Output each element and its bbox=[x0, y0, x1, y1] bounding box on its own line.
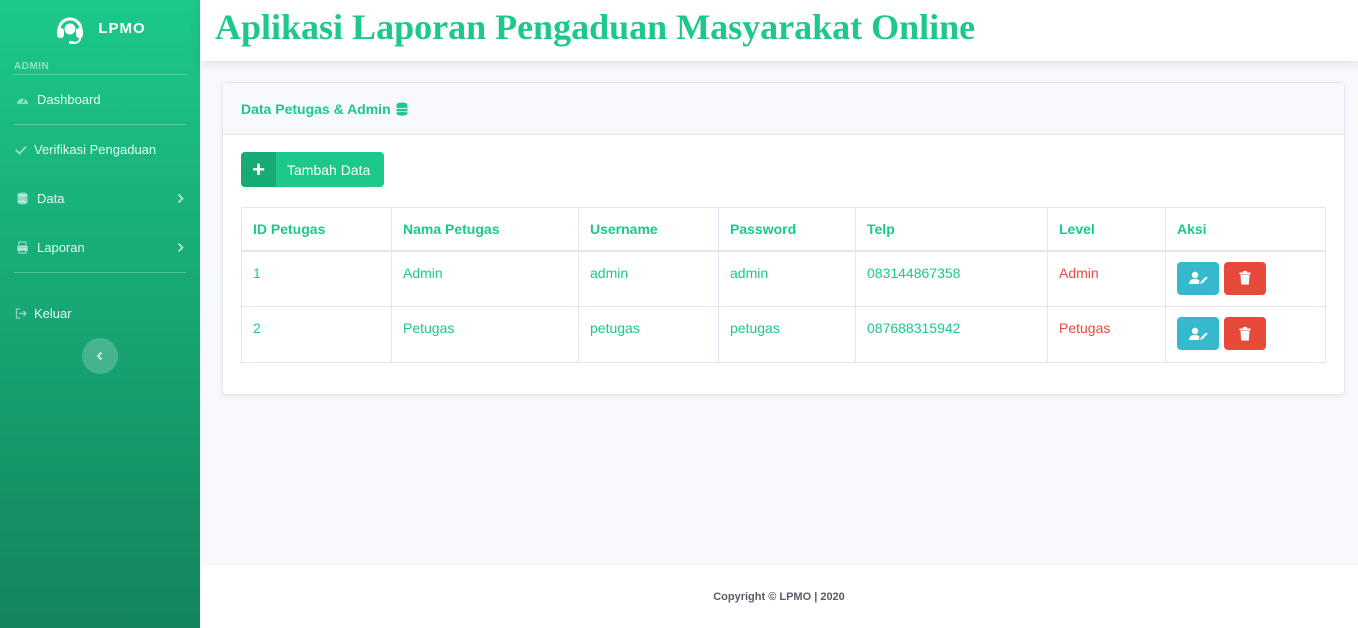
add-data-button[interactable]: + Tambah Data bbox=[241, 152, 384, 187]
add-data-label: Tambah Data bbox=[287, 161, 371, 178]
cell-nama: Petugas bbox=[391, 306, 579, 363]
cell-telp: 087688315942 bbox=[855, 306, 1048, 363]
sidebar-item-dashboard[interactable]: Dashboard bbox=[0, 75, 200, 124]
sidebar-item-label: Data bbox=[37, 191, 65, 206]
cell-username: admin bbox=[578, 250, 719, 307]
sidebar-item-label: Dashboard bbox=[37, 92, 101, 107]
sidebar-toggle-button[interactable] bbox=[82, 338, 118, 374]
sidebar-item-label: Keluar bbox=[34, 305, 72, 321]
data-card: Data Petugas & Admin + Tambah Data ID Pe… bbox=[222, 82, 1345, 395]
headset-icon bbox=[57, 17, 84, 44]
cell-username: petugas bbox=[578, 306, 719, 363]
chevron-right-icon bbox=[177, 240, 184, 255]
delete-button[interactable] bbox=[1223, 261, 1266, 295]
sign-out-icon bbox=[14, 306, 28, 320]
cell-password: admin bbox=[718, 250, 856, 307]
user-edit-icon bbox=[1189, 271, 1208, 284]
sidebar-item-keluar[interactable]: Keluar bbox=[0, 288, 200, 338]
cell-password: petugas bbox=[718, 306, 856, 363]
copyright-text: Copyright © LPMO | 2020 bbox=[713, 590, 845, 603]
column-header: Nama Petugas bbox=[391, 207, 579, 252]
edit-button[interactable] bbox=[1177, 261, 1219, 295]
sidebar-divider bbox=[14, 272, 186, 273]
column-header: Password bbox=[718, 207, 856, 252]
sidebar-heading: ADMIN bbox=[14, 61, 50, 72]
cell-level: Admin bbox=[1047, 250, 1166, 307]
data-table: ID Petugas Nama Petugas Username Passwor… bbox=[241, 207, 1326, 363]
plus-icon: + bbox=[241, 152, 276, 187]
edit-button[interactable] bbox=[1177, 317, 1219, 350]
cell-id: 2 bbox=[241, 306, 392, 363]
brand-name: LPMO bbox=[98, 20, 146, 37]
table-row: 2 Petugas petugas petugas 087688315942 P… bbox=[241, 306, 1326, 363]
topbar: Aplikasi Laporan Pengaduan Masyarakat On… bbox=[200, 0, 1358, 61]
brand[interactable]: LPMO bbox=[0, 0, 200, 57]
table-header-row: ID Petugas Nama Petugas Username Passwor… bbox=[241, 207, 1326, 252]
cell-id: 1 bbox=[241, 250, 392, 307]
footer: Copyright © LPMO | 2020 bbox=[200, 565, 1358, 628]
cell-nama: Admin bbox=[391, 250, 579, 307]
column-header: Level bbox=[1047, 207, 1166, 252]
card-header: Data Petugas & Admin bbox=[223, 83, 1344, 135]
column-header: ID Petugas bbox=[241, 207, 392, 252]
sidebar-item-data[interactable]: Data bbox=[0, 174, 200, 223]
column-header: Aksi bbox=[1165, 207, 1326, 252]
user-edit-icon bbox=[1189, 327, 1208, 340]
sidebar-item-verifikasi[interactable]: Verifikasi Pengaduan bbox=[0, 125, 200, 174]
sidebar: LPMO ADMIN Dashboard Verifikasi Pengadua… bbox=[0, 0, 200, 628]
trash-icon bbox=[1239, 271, 1251, 285]
cell-level: Petugas bbox=[1047, 306, 1166, 363]
sidebar-item-label: Verifikasi Pengaduan bbox=[34, 142, 157, 157]
print-icon bbox=[15, 241, 29, 255]
check-icon bbox=[14, 143, 28, 157]
delete-button[interactable] bbox=[1223, 317, 1266, 350]
column-header: Telp bbox=[855, 207, 1048, 252]
database-icon bbox=[15, 192, 29, 206]
cell-aksi bbox=[1165, 250, 1326, 307]
page-title: Aplikasi Laporan Pengaduan Masyarakat On… bbox=[215, 7, 976, 47]
cell-aksi bbox=[1165, 306, 1326, 363]
chevron-left-icon bbox=[96, 351, 103, 361]
table-row: 1 Admin admin admin 083144867358 Admin bbox=[241, 250, 1326, 307]
sidebar-item-laporan[interactable]: Laporan bbox=[0, 223, 200, 272]
cell-telp: 083144867358 bbox=[855, 250, 1048, 307]
trash-icon bbox=[1239, 326, 1251, 340]
sidebar-item-label: Laporan bbox=[37, 240, 85, 255]
dashboard-icon bbox=[15, 93, 29, 107]
chevron-right-icon bbox=[177, 191, 184, 206]
card-title: Data Petugas & Admin bbox=[241, 100, 391, 117]
database-icon bbox=[396, 102, 408, 116]
column-header: Username bbox=[578, 207, 719, 252]
